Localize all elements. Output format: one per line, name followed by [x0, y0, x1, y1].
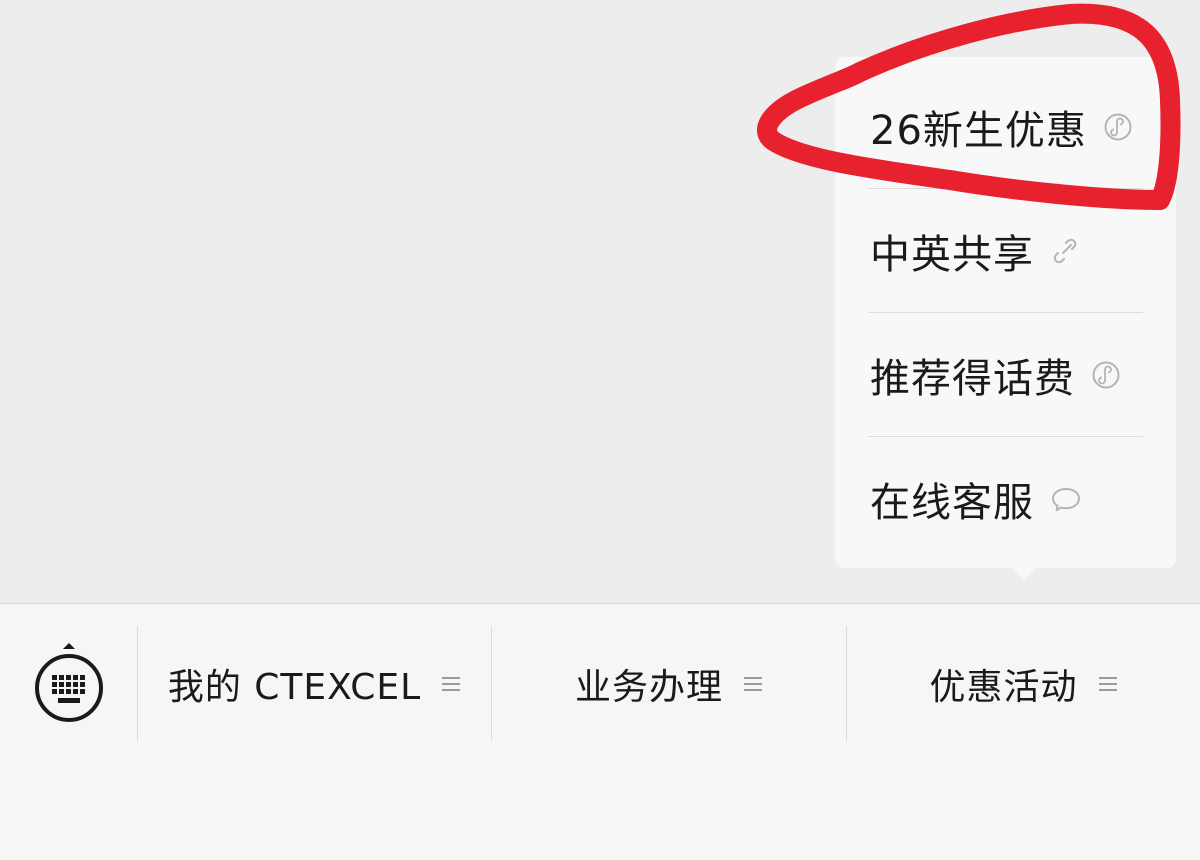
tab-business-handling[interactable]: 业务办理 [492, 626, 846, 741]
chat-bubble-icon [1050, 484, 1082, 514]
menu-item-china-uk-share[interactable]: 中英共享 [835, 189, 1176, 313]
keyboard-icon [35, 643, 103, 722]
popup-pointer [1010, 566, 1038, 580]
menu-lines-icon [743, 674, 763, 694]
bottom-menu-bar: 我的 CTEXCEL 业务办理 优惠活动 [0, 603, 1200, 860]
mini-program-icon [1103, 112, 1133, 142]
menu-lines-icon [1098, 674, 1118, 694]
mini-program-icon [1091, 360, 1121, 390]
menu-item-label: 中英共享 [870, 232, 1034, 278]
menu-item-referral-credit[interactable]: 推荐得话费 [835, 313, 1176, 437]
tab-label: 优惠活动 [929, 666, 1078, 708]
tab-my-ctexcel[interactable]: 我的 CTEXCEL [138, 626, 491, 741]
tab-label: 我的 CTEXCEL [167, 666, 422, 708]
menu-item-label: 推荐得话费 [870, 356, 1075, 402]
menu-item-label: 在线客服 [870, 480, 1034, 526]
menu-item-label: 26新生优惠 [870, 108, 1087, 154]
submenu-popup: 26新生优惠 中英共享 推荐得话费 在线客服 [835, 57, 1176, 568]
tab-label: 业务办理 [574, 666, 723, 708]
menu-item-online-service[interactable]: 在线客服 [835, 437, 1176, 561]
tab-promotions[interactable]: 优惠活动 [847, 626, 1200, 741]
link-icon [1050, 236, 1080, 266]
menu-lines-icon [441, 674, 461, 694]
menu-item-freshman-offer[interactable]: 26新生优惠 [835, 65, 1176, 189]
keyboard-toggle-button[interactable] [30, 642, 108, 724]
